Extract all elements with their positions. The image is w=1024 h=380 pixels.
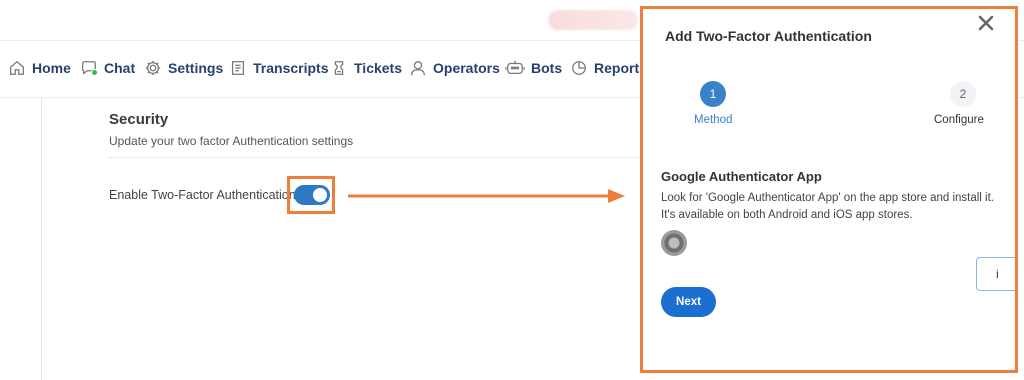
pie-chart-icon	[572, 61, 586, 75]
step-1-label: Method	[694, 114, 733, 126]
nav-item-bots[interactable]: Bots	[505, 59, 562, 77]
nav-item-transcripts[interactable]: Transcripts	[229, 59, 328, 77]
gear-icon	[145, 60, 161, 76]
authenticator-app-title: Google Authenticator App	[661, 169, 822, 184]
nav-item-label: Tickets	[354, 60, 402, 76]
step-1-indicator[interactable]: 1	[700, 81, 726, 107]
step-2-label: Configure	[934, 114, 984, 126]
nav-item-label: Home	[32, 60, 71, 76]
instruction-text-2: It's available on both Android and iOS a…	[661, 209, 913, 221]
section-subtitle: Update your two factor Authentication se…	[109, 134, 354, 148]
bot-icon	[505, 60, 525, 75]
nav-item-label: Bots	[531, 60, 563, 76]
step-2-indicator[interactable]: 2	[950, 81, 976, 107]
chat-icon	[80, 59, 98, 77]
nav-item-tickets[interactable]: Tickets	[330, 59, 402, 77]
redacted-account-pill	[548, 10, 638, 30]
ticket-icon	[334, 61, 344, 75]
close-icon[interactable]	[976, 13, 996, 33]
document-icon	[231, 61, 245, 75]
left-sidebar-divider	[41, 98, 42, 380]
nav-item-chat[interactable]: Chat	[80, 59, 135, 77]
callout-arrow	[348, 189, 625, 203]
nav-item-label: Transcripts	[253, 60, 329, 76]
partial-input-box[interactable]: i	[976, 257, 1015, 291]
online-status-dot	[91, 69, 98, 76]
section-title: Security	[109, 111, 169, 128]
two-factor-toggle-label: Enable Two-Factor Authentication	[109, 188, 296, 202]
section-divider	[108, 157, 640, 158]
nav-item-label: Chat	[104, 60, 136, 76]
nav-item-settings[interactable]: Settings	[144, 59, 223, 77]
nav-item-operators[interactable]: Operators	[409, 59, 500, 77]
two-factor-modal: Add Two-Factor Authentication 1 2 Method…	[640, 6, 1018, 373]
nav-item-label: Settings	[168, 60, 224, 76]
user-icon	[411, 61, 425, 76]
instruction-text: Look for 'Google Authenticator App' on t…	[661, 192, 995, 204]
modal-title: Add Two-Factor Authentication	[665, 28, 872, 44]
next-button[interactable]: Next	[661, 287, 716, 317]
home-icon	[10, 60, 24, 75]
nav-item-label: Operators	[433, 60, 500, 76]
nav-item-label: Reports	[594, 60, 647, 76]
toggle-knob	[313, 188, 327, 202]
authenticator-app-icon	[661, 230, 687, 256]
two-factor-toggle[interactable]	[294, 185, 330, 205]
nav-item-home[interactable]: Home	[8, 59, 71, 77]
nav-item-reports[interactable]: Reports	[570, 59, 647, 77]
